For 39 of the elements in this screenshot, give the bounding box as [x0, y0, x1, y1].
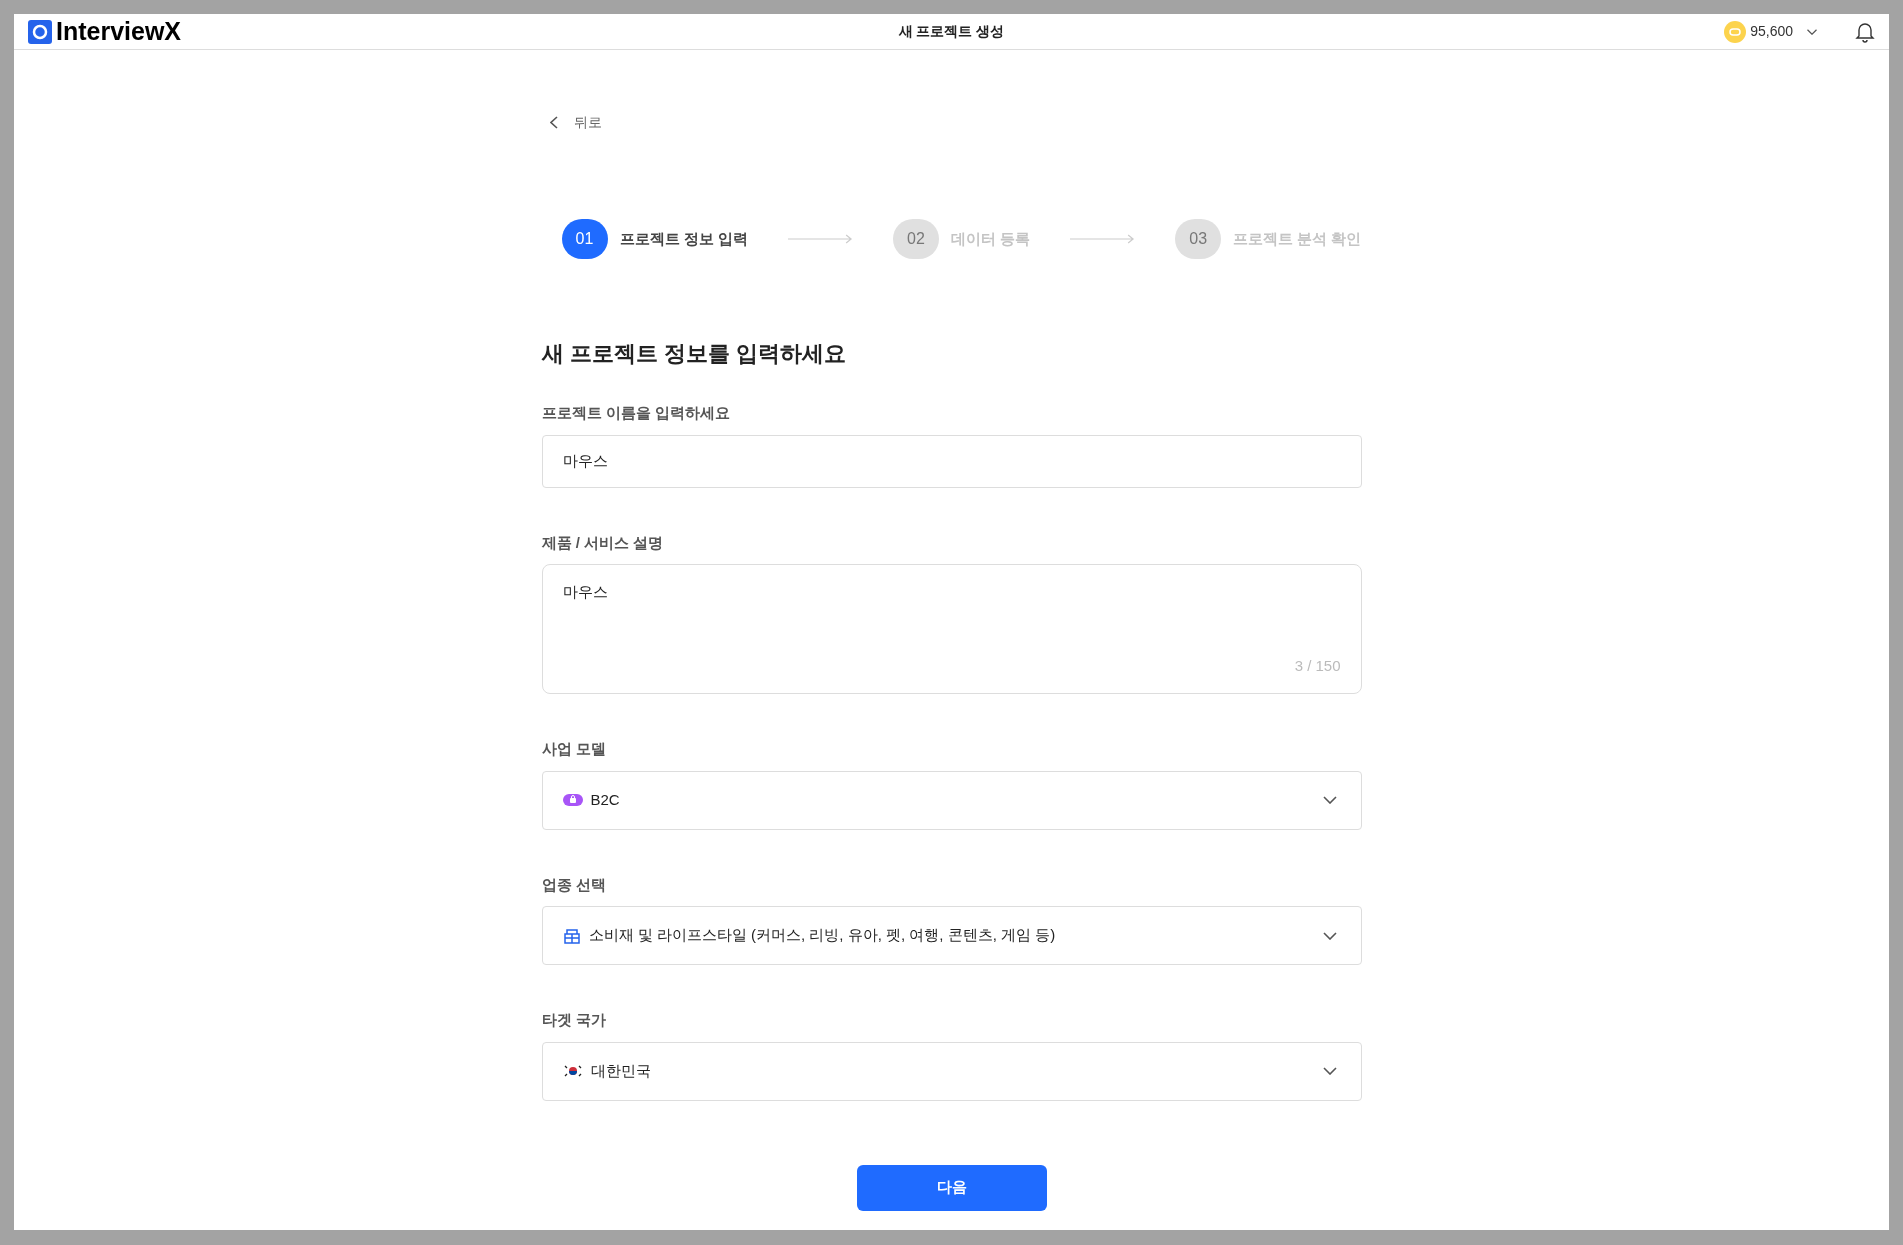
store-icon [562, 926, 581, 945]
field-label: 타겟 국가 [541, 1010, 607, 1030]
bag-icon [562, 793, 583, 807]
step-number: 02 [892, 219, 939, 259]
chevron-down-icon [1322, 931, 1337, 940]
bell-icon[interactable] [1855, 20, 1875, 43]
input-field[interactable]: 마우스 [541, 434, 1362, 488]
field-label: 프로젝트 이름을 입력하세요 [541, 403, 731, 423]
field-label: 사업 모델 [541, 739, 607, 759]
logo-text: InterviewX [56, 19, 182, 44]
step-label: 프로젝트 정보 입력 [619, 228, 748, 249]
field-label: 제품 / 서비스 설명 [541, 532, 665, 553]
next-button[interactable]: 다음 [856, 1164, 1047, 1211]
field-label: 업종 선택 [541, 874, 607, 895]
select-value: 소비재 및 라이프스타일 (커머스, 리빙, 유아, 펫, 여행, 콘텐츠, 게임 등) [588, 925, 1056, 946]
form-heading: 새 프로젝트 정보를 입력하세요 [541, 340, 847, 368]
select-value: 대한민국 [590, 1060, 651, 1081]
select-field[interactable]: B2C [541, 770, 1362, 830]
select-value: B2C [590, 789, 620, 810]
step-number: 03 [1175, 219, 1222, 259]
select-field[interactable]: 소비재 및 라이프스타일 (커머스, 리빙, 유아, 펫, 여행, 콘텐츠, 게임 등) [541, 906, 1362, 965]
chevron-down-icon [1322, 1067, 1337, 1075]
arrow-icon [787, 234, 853, 244]
credits-button[interactable]: 95,600 [1724, 20, 1819, 43]
logo-icon [28, 19, 52, 44]
chevron-down-icon [1322, 796, 1337, 804]
flag-icon [562, 1063, 583, 1079]
step-label: 데이터 등록 [950, 228, 1031, 249]
character-counter: 3 / 150 [1294, 655, 1341, 676]
page-title: 새 프로젝트 생성 [898, 22, 1005, 41]
chevron-left-icon [549, 116, 558, 129]
select-field[interactable]: 대한민국 [541, 1041, 1362, 1101]
back-link[interactable]: 뒤로 [549, 112, 602, 133]
textarea-field[interactable]: 마우스 3 / 150 [541, 564, 1362, 694]
arrow-icon [1070, 234, 1136, 244]
coin-icon [1724, 20, 1747, 43]
step-number: 01 [561, 219, 608, 259]
step-label: 프로젝트 분석 확인 [1233, 228, 1362, 249]
field-value: 마우스 [562, 582, 609, 602]
